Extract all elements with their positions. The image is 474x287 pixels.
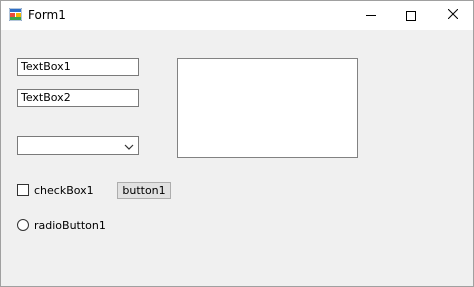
minimize-icon (366, 15, 376, 16)
button1[interactable]: button1 (117, 182, 171, 199)
maximize-button[interactable] (393, 1, 429, 30)
close-icon (447, 8, 459, 22)
textbox2[interactable]: TextBox2 (17, 89, 139, 107)
maximize-icon (406, 10, 416, 21)
checkbox1-label[interactable]: checkBox1 (34, 184, 94, 197)
chevron-down-icon[interactable] (124, 141, 134, 150)
minimize-button[interactable] (353, 1, 389, 30)
close-button[interactable] (435, 1, 471, 30)
title-bar[interactable]: Form1 (1, 1, 473, 30)
listbox1[interactable] (177, 58, 358, 158)
textbox1[interactable]: TextBox1 (17, 58, 139, 76)
checkbox1[interactable] (17, 184, 29, 196)
form1-window: Form1 TextBox1 TextBox2 checkBox1 button… (0, 0, 474, 287)
combobox1[interactable] (17, 136, 139, 155)
winforms-app-icon (8, 7, 23, 22)
radiobutton1-label[interactable]: radioButton1 (34, 219, 106, 232)
radiobutton1[interactable] (17, 219, 29, 231)
window-title: Form1 (28, 8, 66, 22)
